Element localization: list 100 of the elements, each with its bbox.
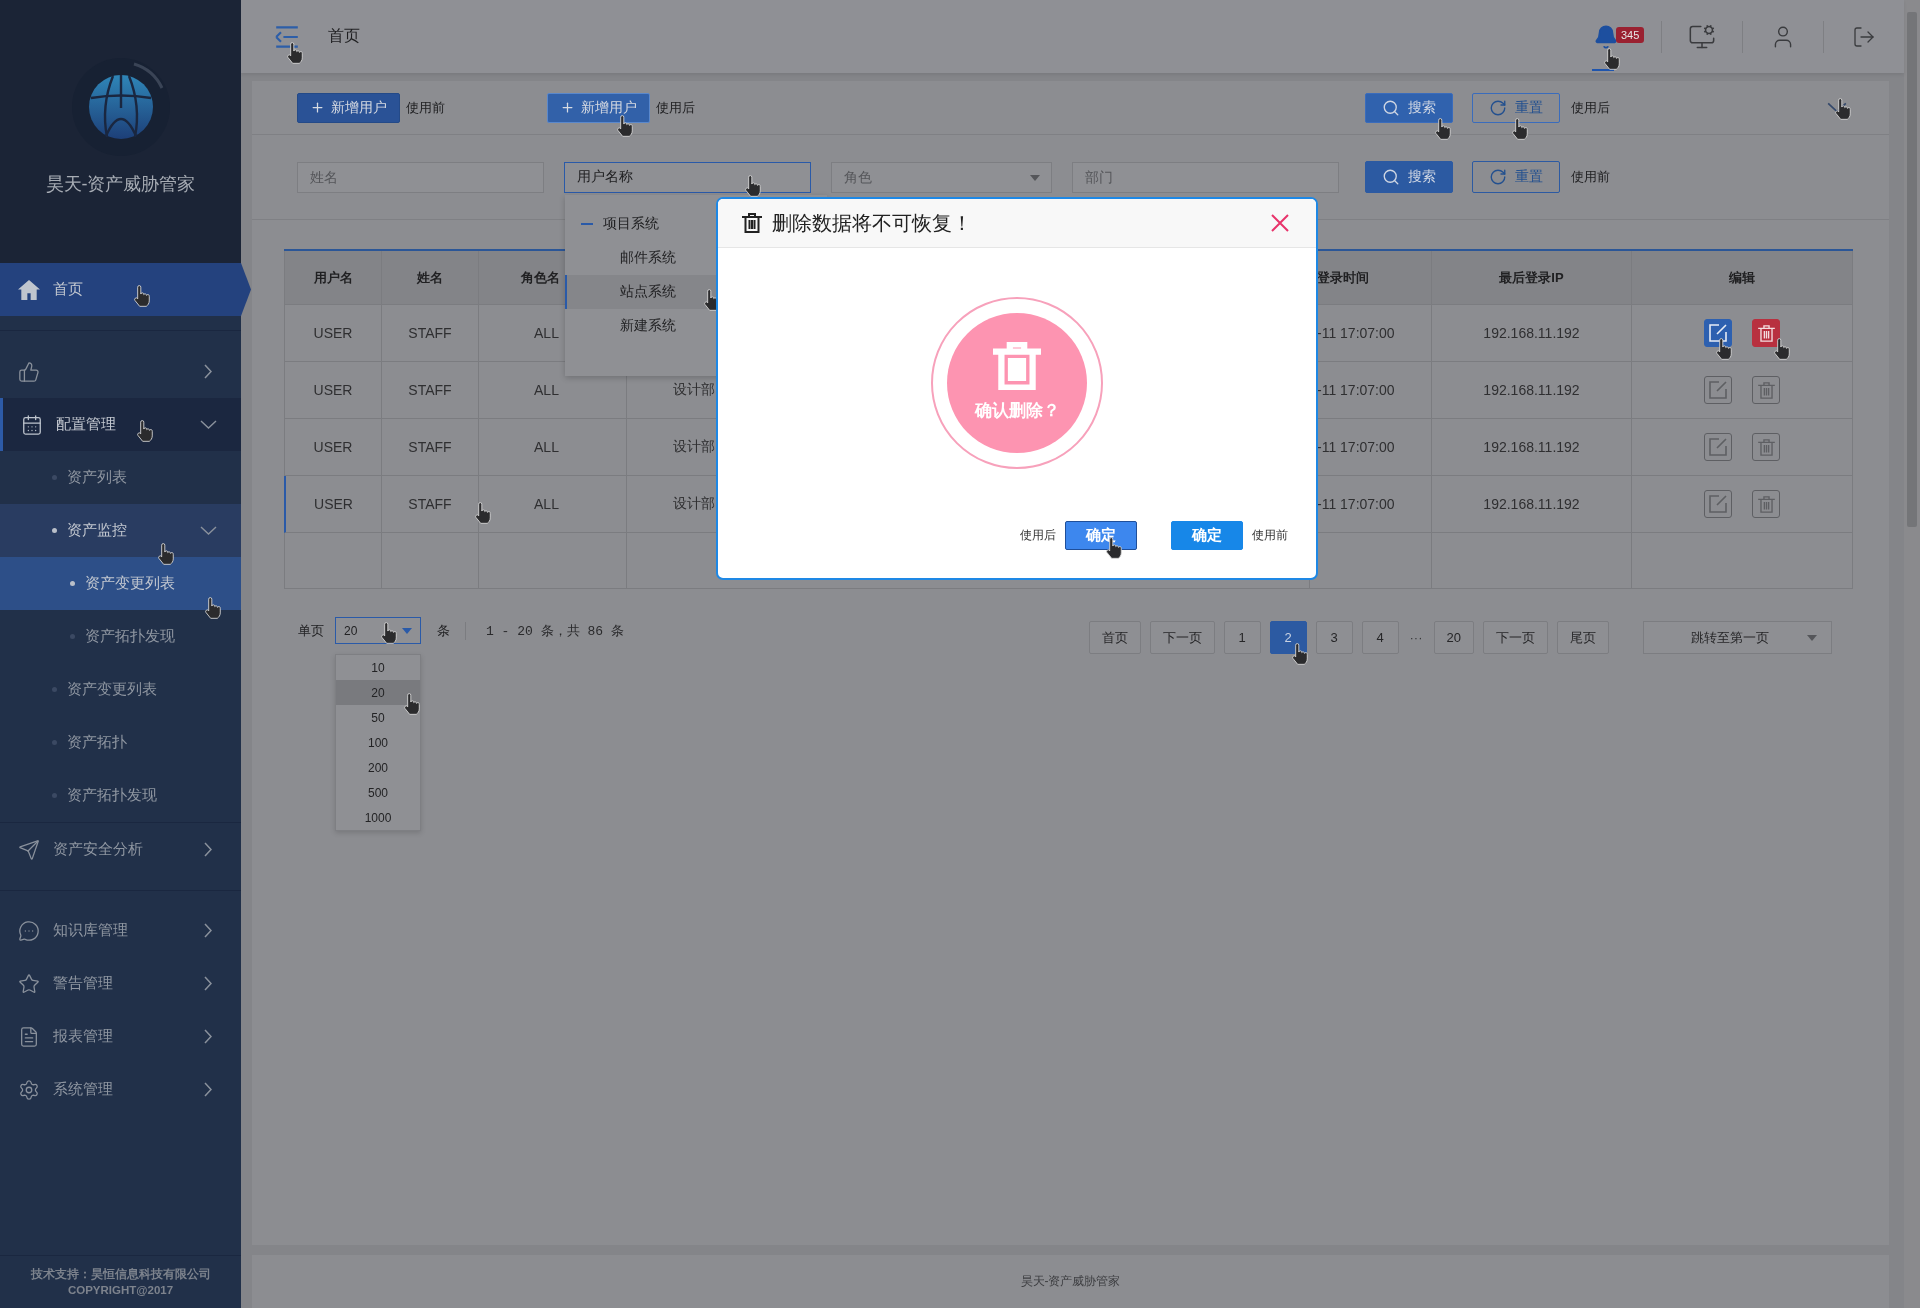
table-cell: STAFF [382, 419, 479, 476]
unit-text: 条 [437, 621, 450, 640]
bullet-dot-icon [52, 528, 57, 533]
column-header: 编辑 [1632, 251, 1853, 305]
trash-icon [1757, 495, 1775, 513]
search-icon [1382, 168, 1400, 186]
home-icon [18, 279, 40, 300]
bullet-dot-icon [52, 793, 57, 798]
close-icon [1271, 214, 1289, 232]
bullet-dot-icon [52, 740, 57, 745]
annotation-text: 使用前 [406, 98, 445, 117]
table-cell: USER [284, 476, 382, 533]
scrollbar-track[interactable] [1904, 0, 1920, 1308]
caret-down-icon [1030, 174, 1040, 181]
sidebar-menu-item[interactable]: 系统管理 [0, 1063, 241, 1116]
edit-button[interactable] [1704, 490, 1732, 518]
page-button[interactable]: 4 [1361, 621, 1399, 654]
star-icon [18, 972, 40, 995]
add-user-button[interactable]: 新增用户 [297, 92, 400, 123]
page-summary: 1 - 20 条，共 86 条 [486, 622, 624, 640]
delete-button[interactable] [1752, 376, 1780, 404]
bullet-dot-icon [70, 581, 75, 586]
page-title: 首页 [328, 26, 360, 46]
chat-bubble-icon [18, 919, 40, 942]
table-cell: ALL [479, 362, 627, 419]
chevron-right-icon [204, 364, 212, 379]
sidebar-menu-item[interactable]: 资产列表 [0, 451, 241, 504]
edit-icon [1709, 381, 1727, 399]
sidebar-menu-item[interactable]: 知识库管理 [0, 904, 241, 957]
chevron-down-icon [199, 420, 217, 429]
sidebar-menu-item[interactable]: 首页 [0, 263, 251, 316]
page-size-option[interactable]: 100 [336, 730, 420, 755]
sidebar-menu-item[interactable]: 警告管理 [0, 957, 241, 1010]
trash-icon [1757, 381, 1775, 399]
page-button[interactable]: 3 [1315, 621, 1353, 654]
search-button[interactable]: 搜索 [1365, 161, 1453, 193]
copyright-text: COPYRIGHT@2017 [67, 1283, 174, 1298]
annotation-text: 使用后 [656, 98, 695, 117]
logout-icon [1852, 24, 1876, 49]
plus-icon [310, 100, 325, 115]
delete-button[interactable] [1752, 433, 1780, 461]
page-size-option[interactable]: 200 [336, 755, 420, 780]
bullet-dot-icon [70, 634, 75, 639]
table-cell: STAFF [382, 305, 479, 362]
monitor-gear-icon [1688, 22, 1716, 51]
tree-select-field[interactable]: 用户名称 [564, 161, 811, 193]
edit-button[interactable] [1704, 376, 1732, 404]
annotation-text: 使用后 [1571, 98, 1610, 117]
sidebar-menu-item[interactable]: 资产拓扑 [0, 716, 241, 769]
caret-down-icon [1807, 634, 1817, 641]
refresh-icon [1489, 98, 1507, 117]
plus-icon [560, 100, 575, 115]
chevron-right-icon [204, 1029, 212, 1044]
chevron-right-icon [204, 842, 212, 857]
edit-button[interactable] [1704, 433, 1732, 461]
table-cell: USER [284, 362, 382, 419]
table-cell: 192.168.11.192 [1432, 419, 1632, 476]
sidebar-menu-item[interactable]: 资产拓扑发现 [0, 769, 241, 822]
notifications-button[interactable]: 345 [1581, 0, 1661, 73]
table-cell: ALL [479, 419, 627, 476]
footer-text: 昊天-资产威胁管家 [1020, 1273, 1121, 1290]
page-size-option[interactable]: 1000 [336, 805, 420, 830]
support-text: 技术支持：昊恒信息科技有限公司 [30, 1267, 211, 1282]
chevron-right-icon [204, 1082, 212, 1097]
trash-icon [742, 213, 762, 233]
text-input[interactable]: 姓名 [297, 161, 544, 193]
bullet-dot-icon [52, 475, 57, 480]
menu-collapse-icon [275, 24, 299, 49]
paper-plane-icon [18, 838, 40, 861]
sidebar-menu-item[interactable]: 资产安全分析 [0, 823, 241, 876]
page-button[interactable]: 首页 [1088, 621, 1141, 654]
chevron-down-icon [199, 526, 217, 535]
page-size-option[interactable]: 50 [336, 705, 420, 730]
trash-icon [1757, 438, 1775, 456]
page-size-option[interactable]: 500 [336, 780, 420, 805]
table-cell: USER [284, 305, 382, 362]
calendar-icon [21, 413, 43, 436]
bell-icon [1593, 23, 1619, 50]
page-button[interactable]: 20 [1433, 621, 1474, 654]
column-header: 姓名 [382, 251, 479, 305]
settings-icon [18, 1078, 40, 1101]
sidebar-menu-item[interactable]: 资产拓扑发现 [0, 610, 241, 663]
refresh-icon [1489, 168, 1507, 186]
select-field[interactable]: 角色 [831, 161, 1052, 193]
delete-button[interactable] [1752, 490, 1780, 518]
chevron-down-icon[interactable] [1827, 102, 1847, 113]
edit-icon [1709, 495, 1727, 513]
page-size-option[interactable]: 10 [336, 655, 420, 680]
close-button[interactable] [1271, 214, 1289, 232]
reset-button[interactable]: 重置 [1472, 161, 1560, 193]
page-button[interactable]: 1 [1223, 621, 1261, 654]
confirm-button[interactable]: 确定 [1171, 521, 1243, 550]
app-title: 昊天-资产威胁管家 [45, 173, 196, 196]
sidebar-menu-item[interactable]: 报表管理 [0, 1010, 241, 1063]
ellipsis-text: ··· [1408, 630, 1424, 645]
annotation-text: 使用前 [1571, 168, 1610, 186]
page-size-select[interactable]: 20 [335, 617, 421, 644]
sidebar-menu-item[interactable]: 资产变更列表 [0, 663, 241, 716]
page-button[interactable]: 尾页 [1557, 621, 1609, 654]
sidebar-menu-item[interactable]: 配置管理 [0, 398, 241, 451]
